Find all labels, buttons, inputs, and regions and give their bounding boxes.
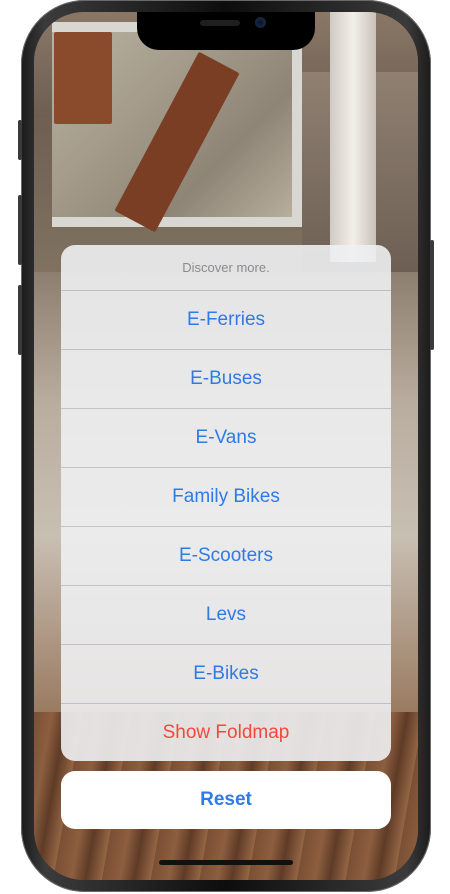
- speaker-grille: [200, 20, 240, 26]
- action-sheet: Discover more. E-Ferries E-Buses E-Vans …: [61, 245, 391, 761]
- power-button: [430, 240, 434, 350]
- front-camera-icon: [255, 17, 266, 28]
- action-e-ferries[interactable]: E-Ferries: [61, 291, 391, 350]
- background-pipe: [330, 12, 376, 262]
- background-plank: [54, 32, 112, 124]
- action-levs[interactable]: Levs: [61, 586, 391, 645]
- action-sheet-title: Discover more.: [61, 245, 391, 291]
- action-e-buses[interactable]: E-Buses: [61, 350, 391, 409]
- volume-down-button: [18, 285, 22, 355]
- action-family-bikes[interactable]: Family Bikes: [61, 468, 391, 527]
- action-e-vans[interactable]: E-Vans: [61, 409, 391, 468]
- show-foldmap-button[interactable]: Show Foldmap: [61, 704, 391, 761]
- action-e-scooters[interactable]: E-Scooters: [61, 527, 391, 586]
- home-indicator[interactable]: [159, 860, 293, 865]
- screen: Discover more. E-Ferries E-Buses E-Vans …: [34, 12, 418, 880]
- silent-switch: [18, 120, 22, 160]
- notch: [137, 12, 315, 50]
- reset-button[interactable]: Reset: [61, 771, 391, 829]
- volume-up-button: [18, 195, 22, 265]
- action-e-bikes[interactable]: E-Bikes: [61, 645, 391, 704]
